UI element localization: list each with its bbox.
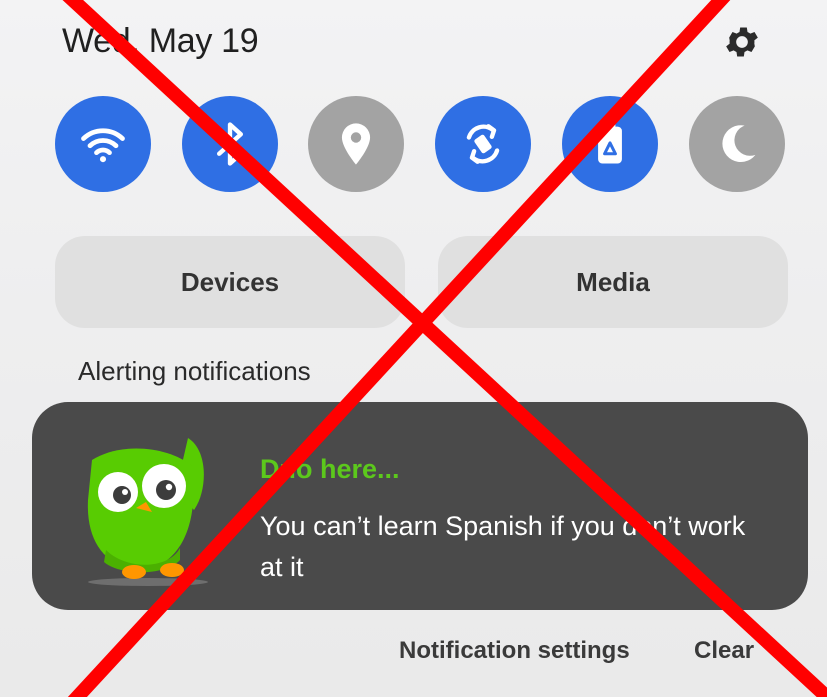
clear-button[interactable]: Clear <box>694 637 754 665</box>
wifi-icon <box>81 128 125 163</box>
notification-settings-button[interactable]: Notification settings <box>399 637 630 665</box>
notification-body: You can’t learn Spanish if you don’t wor… <box>260 511 746 582</box>
power-saving-icon <box>598 123 622 164</box>
settings-gear-icon[interactable] <box>722 22 762 62</box>
auto-rotate-toggle[interactable] <box>435 96 531 192</box>
bluetooth-icon <box>217 122 243 166</box>
wifi-toggle[interactable] <box>55 96 151 192</box>
bluetooth-toggle[interactable] <box>182 96 278 192</box>
section-title: Alerting notifications <box>78 356 311 386</box>
notification-title: Duo here... <box>260 454 400 484</box>
location-icon <box>341 123 371 165</box>
power-saving-toggle[interactable] <box>562 96 658 192</box>
date-label: Wed, May 19 <box>62 22 259 60</box>
notification-shade: Wed, May 19 Devices Media Alerting notif… <box>0 0 827 697</box>
dark-mode-icon <box>722 125 756 163</box>
location-toggle[interactable] <box>308 96 404 192</box>
auto-rotate-icon <box>466 124 500 164</box>
dark-mode-toggle[interactable] <box>689 96 785 192</box>
media-button[interactable]: Media <box>438 236 788 328</box>
devices-button[interactable]: Devices <box>55 236 405 328</box>
duolingo-owl-icon <box>87 438 208 586</box>
